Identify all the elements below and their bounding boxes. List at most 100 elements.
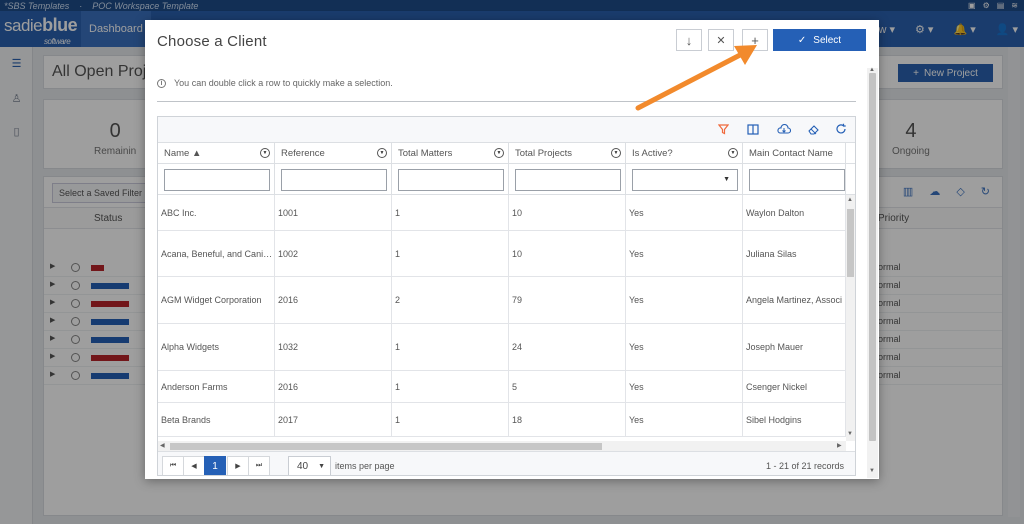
table-cell: 1002 xyxy=(275,231,392,276)
page-size-select[interactable]: 40 ▼ xyxy=(288,456,331,475)
expand-button[interactable]: ↓ xyxy=(676,29,702,51)
table-row[interactable]: AGM Widget Corporation 2016 2 79 Yes Angela M… xyxy=(158,277,846,324)
scroll-thumb[interactable] xyxy=(847,209,854,277)
column-filter-input[interactable] xyxy=(749,169,845,191)
column-header-label: Name ▲ xyxy=(164,148,202,159)
filter-cell xyxy=(158,164,275,195)
info-icon: i xyxy=(157,78,166,88)
table-row[interactable]: Beta Brands 2017 1 18 Yes Sibel Hodgins xyxy=(158,403,846,437)
grid-body: ABC Inc. 1001 1 10 Yes Waylon Dalton Acana, Be… xyxy=(158,195,846,441)
table-cell: 2016 xyxy=(275,371,392,402)
scroll-down-icon[interactable]: ▼ xyxy=(847,431,853,437)
chevron-down-icon: ▼ xyxy=(723,176,730,183)
scroll-right-icon[interactable]: ▶ xyxy=(837,442,842,449)
column-menu-icon[interactable]: ▼ xyxy=(377,148,387,158)
filter-cell xyxy=(392,164,509,195)
table-cell: 1 xyxy=(392,371,509,402)
table-row[interactable]: Anderson Farms 2016 1 5 Yes Csenger Nickel xyxy=(158,371,846,403)
grid-filter-row: ▼ xyxy=(158,164,855,195)
table-cell: 1 xyxy=(392,231,509,276)
page-size-value: 40 xyxy=(297,461,309,472)
column-header-label: Main Contact Name xyxy=(749,148,833,159)
refresh-icon[interactable] xyxy=(834,122,848,136)
grid-horizontal-scrollbar[interactable]: ◀ ▶ xyxy=(158,441,846,451)
filter-cell xyxy=(509,164,626,195)
table-cell: 10 xyxy=(509,195,626,230)
table-cell: Juliana Silas xyxy=(743,231,846,276)
table-cell: Yes xyxy=(626,324,743,370)
add-client-button[interactable]: + xyxy=(742,29,768,51)
column-header[interactable]: Main Contact Name xyxy=(743,143,846,164)
grid-vertical-scrollbar[interactable]: ▲ ▼ xyxy=(846,195,855,441)
is-active-filter-select[interactable]: ▼ xyxy=(632,169,738,191)
clear-button[interactable]: ✕ xyxy=(708,29,734,51)
current-page-button[interactable]: 1 xyxy=(204,456,226,475)
column-menu-icon[interactable]: ▼ xyxy=(728,148,738,158)
table-row[interactable]: Acana, Beneful, and Cani… 1002 1 10 Yes Julia… xyxy=(158,231,846,277)
chevron-down-icon: ▼ xyxy=(318,463,325,470)
select-button[interactable]: ✓ Select xyxy=(773,29,866,51)
columns-icon[interactable] xyxy=(746,122,760,136)
table-cell: 2017 xyxy=(275,403,392,436)
cloud-download-icon[interactable] xyxy=(777,122,791,136)
column-filter-input[interactable] xyxy=(515,169,621,191)
column-header[interactable]: Reference ▼ xyxy=(275,143,392,164)
column-header[interactable]: Is Active? ▼ xyxy=(626,143,743,164)
hint-row: i You can double click a row to quickly … xyxy=(157,78,393,88)
next-page-button[interactable]: ▶ xyxy=(227,456,249,475)
table-cell: 1 xyxy=(392,324,509,370)
table-cell: ABC Inc. xyxy=(158,195,275,230)
dialog-title: Choose a Client xyxy=(157,33,267,50)
select-label: Select xyxy=(813,34,842,46)
items-per-page-label: items per page xyxy=(335,461,395,471)
table-cell: 24 xyxy=(509,324,626,370)
table-cell: Acana, Beneful, and Cani… xyxy=(158,231,275,276)
table-row[interactable]: Alpha Widgets 1032 1 24 Yes Joseph Mauer xyxy=(158,324,846,371)
table-cell: Yes xyxy=(626,277,743,323)
table-cell: 10 xyxy=(509,231,626,276)
table-cell: Csenger Nickel xyxy=(743,371,846,402)
close-icon: ✕ xyxy=(716,34,726,47)
filter-cell xyxy=(275,164,392,195)
dialog-scrollbar[interactable]: ▲ ▼ xyxy=(867,67,878,478)
table-cell: Anderson Farms xyxy=(158,371,275,402)
filter-cell: ▼ xyxy=(626,164,743,195)
hscroll-thumb[interactable] xyxy=(170,443,602,450)
first-page-button[interactable]: ⏮ xyxy=(162,456,184,475)
grid-toolbar xyxy=(158,117,855,143)
table-cell: 1 xyxy=(392,403,509,436)
column-header[interactable]: Total Matters ▼ xyxy=(392,143,509,164)
table-cell: Alpha Widgets xyxy=(158,324,275,370)
column-filter-input[interactable] xyxy=(164,169,270,191)
dialog-scroll-down-icon[interactable]: ▼ xyxy=(869,468,875,474)
column-filter-input[interactable] xyxy=(398,169,504,191)
grid-pager: ⏮ ◀ 1 ▶ ⏭ 40 ▼ items per page 1 - 21 of … xyxy=(158,451,855,475)
column-header[interactable]: Name ▲ ▼ xyxy=(158,143,275,164)
column-header[interactable]: Total Projects ▼ xyxy=(509,143,626,164)
filter-icon[interactable] xyxy=(716,122,730,136)
table-cell: Sibel Hodgins xyxy=(743,403,846,436)
column-menu-icon[interactable]: ▼ xyxy=(494,148,504,158)
column-header-label: Total Projects xyxy=(515,148,573,159)
dialog-scroll-thumb[interactable] xyxy=(869,73,876,441)
eraser-icon[interactable] xyxy=(807,122,821,136)
scroll-up-icon[interactable]: ▲ xyxy=(847,197,853,203)
first-page-icon: ⏮ xyxy=(169,462,177,469)
scroll-left-icon[interactable]: ◀ xyxy=(160,442,165,449)
clients-grid: Name ▲ ▼ Reference ▼ Total Matters ▼ Total Pro… xyxy=(157,116,856,476)
table-row[interactable]: ABC Inc. 1001 1 10 Yes Waylon Dalton xyxy=(158,195,846,231)
column-filter-input[interactable] xyxy=(281,169,387,191)
grid-header: Name ▲ ▼ Reference ▼ Total Matters ▼ Total Pro… xyxy=(158,143,855,164)
divider xyxy=(157,101,856,102)
column-menu-icon[interactable]: ▼ xyxy=(611,148,621,158)
table-cell: Angela Martinez, Associ xyxy=(743,277,846,323)
table-cell: Joseph Mauer xyxy=(743,324,846,370)
prev-page-button[interactable]: ◀ xyxy=(183,456,205,475)
table-cell: 2 xyxy=(392,277,509,323)
table-cell: Beta Brands xyxy=(158,403,275,436)
table-cell: Yes xyxy=(626,195,743,230)
last-page-button[interactable]: ⏭ xyxy=(248,456,270,475)
column-header-label: Reference xyxy=(281,148,325,159)
column-menu-icon[interactable]: ▼ xyxy=(260,148,270,158)
table-cell: 1001 xyxy=(275,195,392,230)
